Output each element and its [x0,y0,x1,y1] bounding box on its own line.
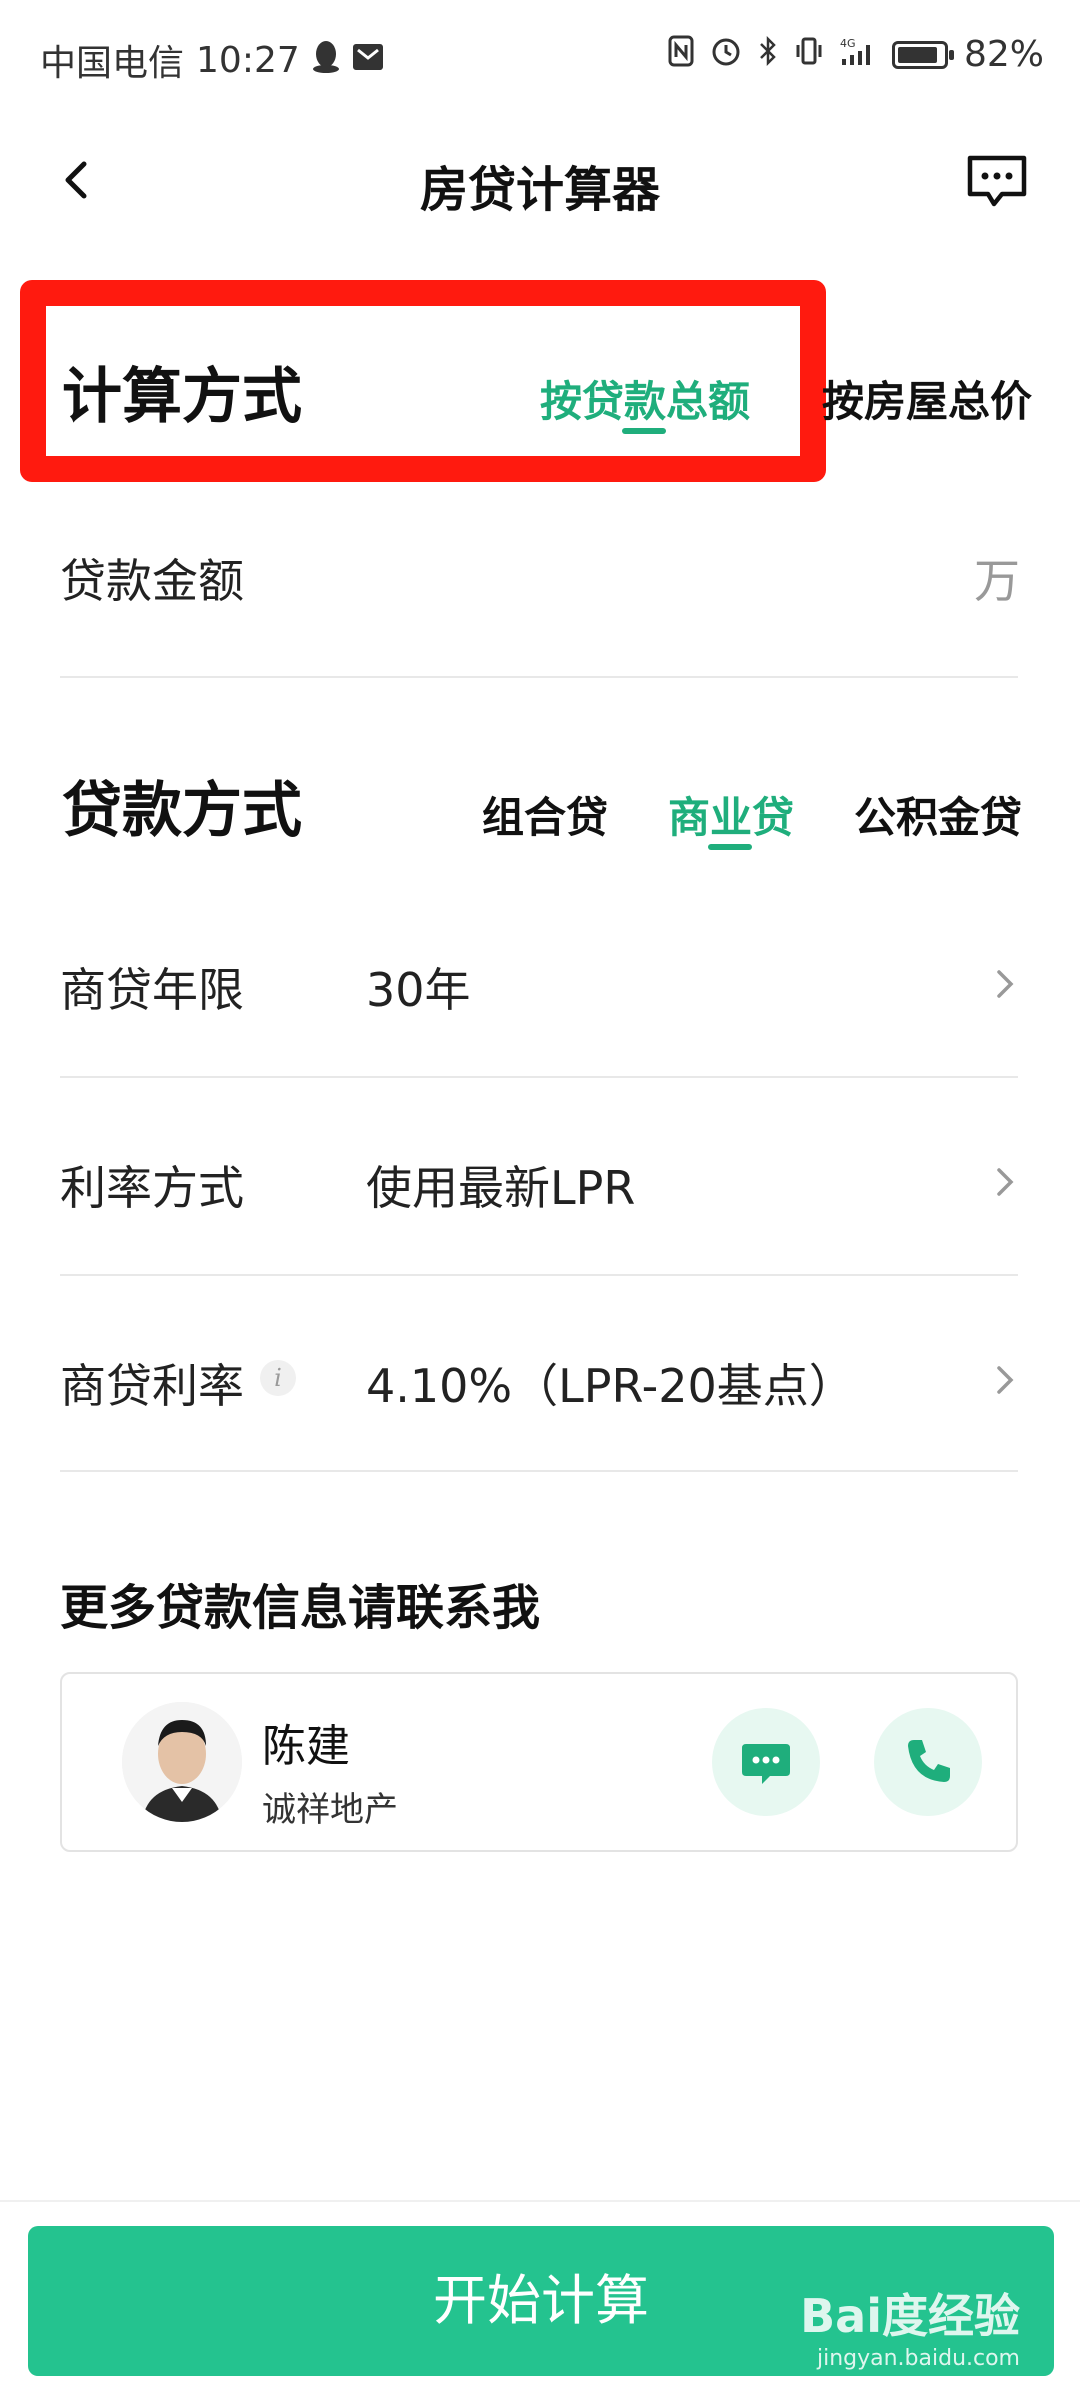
battery-percent: 82% [963,34,1044,75]
svg-text:4G: 4G [840,37,856,50]
nfc-icon [668,35,694,75]
tab-combined-loan[interactable]: 组合贷 [482,784,608,845]
loan-amount-unit: 万 [974,554,1020,608]
message-button[interactable] [712,1708,820,1816]
chevron-right-icon [997,970,1014,998]
loan-term-value: 30年 [366,963,471,1017]
tab-by-house-price[interactable]: 按房屋总价 [822,368,1032,429]
carrier-label: 中国电信 [40,43,185,84]
vibrate-icon [794,35,824,75]
loan-term-label: 商贷年限 [60,963,244,1017]
page-title: 房贷计算器 [419,162,660,218]
tab-active-indicator [622,428,666,434]
agent-card[interactable]: 陈建 诚祥地产 [60,1672,1018,1852]
calc-method-title: 计算方式 [62,362,302,432]
rate-method-value: 使用最新LPR [366,1161,636,1215]
status-right: 4G 82% [668,34,1044,75]
watermark-url: jingyan.baidu.com [816,2346,1020,2371]
message-envelope-icon [352,41,384,79]
commercial-rate-label: 商贷利率 [60,1359,244,1413]
commercial-rate-value: 4.10%（LPR-20基点） [366,1359,855,1413]
call-button[interactable] [874,1708,982,1816]
chat-bubble-icon [967,155,1027,207]
phone-icon [908,1740,950,1782]
agent-company: 诚祥地产 [262,1790,398,1830]
tab-active-indicator [708,844,752,850]
feedback-button[interactable] [964,148,1030,214]
divider [60,1470,1018,1472]
contact-heading: 更多贷款信息请联系我 [60,1580,541,1636]
tab-commercial-loan[interactable]: 商业贷 [668,784,794,845]
battery-icon [891,40,954,69]
chevron-right-icon [997,1366,1014,1394]
row-loan-term[interactable]: 商贷年限 30年 [0,900,1080,1076]
loan-type-title: 贷款方式 [62,776,302,846]
chevron-right-icon [997,1168,1014,1196]
info-icon[interactable]: i [260,1360,296,1396]
signal-4g-icon: 4G [840,35,876,75]
message-icon [742,1744,790,1784]
status-left: 中国电信 10:27 [40,34,384,86]
agent-name: 陈建 [262,1721,350,1772]
tab-by-loan-total[interactable]: 按贷款总额 [540,368,750,429]
row-commercial-rate[interactable]: 商贷利率 i 4.10%（LPR-20基点） [0,1276,1080,1472]
watermark-logo: Bai度经验 [800,2289,1020,2343]
status-bar: 中国电信 10:27 4G 82% [0,0,1080,110]
clock: 10:27 [196,39,300,81]
baidu-jingyan-watermark: Bai度经验 jingyan.baidu.com [800,2280,1020,2371]
avatar [122,1702,242,1822]
row-rate-method[interactable]: 利率方式 使用最新LPR [0,1078,1080,1274]
loan-amount-label: 贷款金额 [60,554,244,608]
loan-amount-field[interactable]: 万 [974,545,1020,611]
qq-penguin-icon [312,39,340,81]
rate-method-label: 利率方式 [60,1161,244,1215]
tab-provident-fund-loan[interactable]: 公积金贷 [854,784,1022,845]
divider [60,676,1018,678]
alarm-icon [710,35,742,75]
bluetooth-icon [758,35,778,75]
